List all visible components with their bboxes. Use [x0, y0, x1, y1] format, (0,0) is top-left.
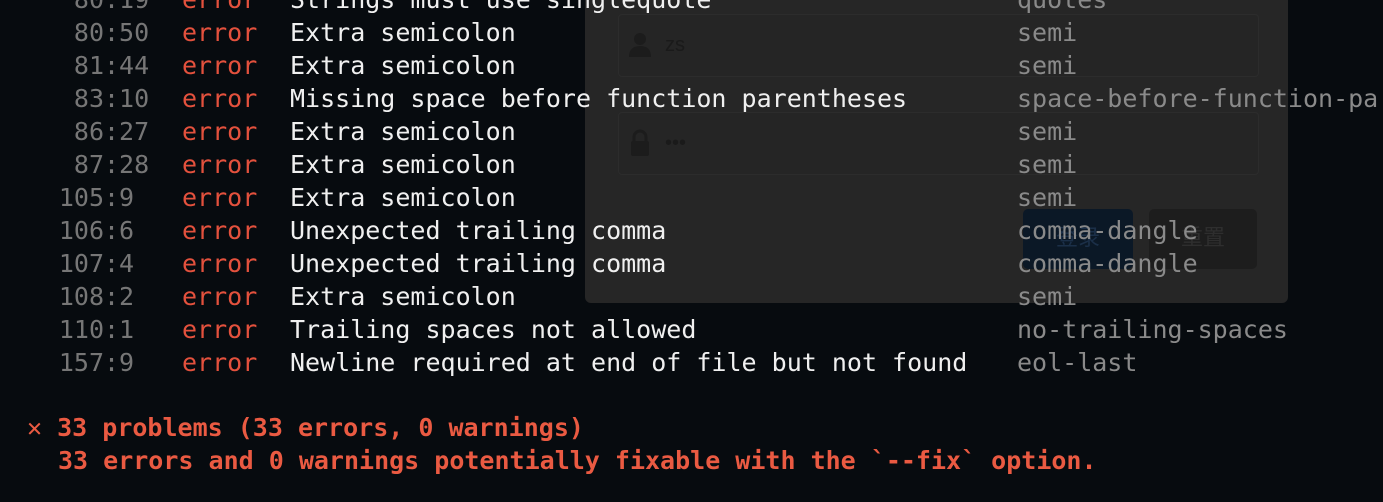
severity: error	[182, 249, 258, 278]
severity: error	[182, 150, 258, 179]
severity: error	[182, 18, 258, 47]
location: 105:9	[58, 183, 135, 212]
lint-row: 83:10 error Missing space before function …	[0, 82, 1383, 115]
fixable-summary: 33 errors and 0 warnings potentially fix…	[58, 446, 1097, 475]
location: 157:9	[58, 348, 135, 377]
message: Extra semicolon	[290, 18, 516, 47]
lint-row: 107:4 error Unexpected trailing comma comma…	[0, 247, 1383, 280]
lint-row: 157:9 error Newline required at end of fil…	[0, 346, 1383, 379]
problems-count: 33 problems (33 errors, 0 warnings)	[57, 413, 584, 442]
lint-row: 110:1 error Trailing spaces not allowed no-…	[0, 313, 1383, 346]
location: 107:4	[58, 249, 135, 278]
rule-name: semi	[1017, 18, 1078, 47]
rule-name: comma-dangle	[1017, 249, 1198, 278]
location: 106:6	[58, 216, 135, 245]
severity: error	[182, 183, 258, 212]
message: Extra semicolon	[290, 150, 516, 179]
severity: error	[182, 84, 258, 113]
message: Newline required at end of file but not …	[290, 348, 968, 377]
message: Trailing spaces not allowed	[290, 315, 697, 344]
location: 86:27	[73, 117, 150, 146]
message: Unexpected trailing comma	[290, 249, 667, 278]
rule-name: semi	[1017, 117, 1078, 146]
lint-row: 108:2 error Extra semicolon semi	[0, 280, 1383, 313]
message: Extra semicolon	[290, 51, 516, 80]
lint-row: 87:28 error Extra semicolon semi	[0, 148, 1383, 181]
rule-name: space-before-function-pa	[1017, 84, 1379, 113]
location: 108:2	[58, 282, 135, 311]
location: 110:1	[58, 315, 135, 344]
location: 83:10	[73, 84, 150, 113]
location: 80:19	[74, 0, 149, 16]
severity: error	[182, 216, 258, 245]
rule-name: semi	[1017, 282, 1078, 311]
severity: error	[182, 117, 258, 146]
lint-row: 106:6 error Unexpected trailing comma comma…	[0, 214, 1383, 247]
rule-name: semi	[1017, 183, 1078, 212]
severity: error	[182, 282, 258, 311]
severity: error	[182, 315, 258, 344]
location: 87:28	[73, 150, 150, 179]
severity: error	[182, 348, 258, 377]
lint-row: 80:50 error Extra semicolon semi	[0, 16, 1383, 49]
lint-row: 86:27 error Extra semicolon semi	[0, 115, 1383, 148]
rule-name: semi	[1017, 150, 1078, 179]
rule-name: semi	[1017, 51, 1078, 80]
rule-name: comma-dangle	[1017, 216, 1198, 245]
x-icon: ✕	[27, 413, 43, 442]
location: 80:50	[73, 18, 150, 47]
lint-row: 81:44 error Extra semicolon semi	[0, 49, 1383, 82]
severity: error	[182, 51, 258, 80]
lint-row: 105:9 error Extra semicolon semi	[0, 181, 1383, 214]
message: Extra semicolon	[290, 183, 516, 212]
message: Extra semicolon	[290, 117, 516, 146]
message: Extra semicolon	[290, 282, 516, 311]
location: 81:44	[73, 51, 150, 80]
rule-name: quotes	[1017, 0, 1107, 16]
lint-row: 80:19 error Strings must use singlequote qu…	[0, 0, 1383, 16]
rule-name: no-trailing-spaces	[1017, 315, 1288, 344]
problems-summary: ✕ 33 problems (33 errors, 0 warnings)	[27, 411, 584, 444]
message: Missing space before function parenthese…	[290, 84, 908, 113]
severity: error	[182, 0, 257, 16]
message: Strings must use singlequote	[290, 0, 711, 16]
rule-name: eol-last	[1017, 348, 1138, 377]
message: Unexpected trailing comma	[290, 216, 667, 245]
